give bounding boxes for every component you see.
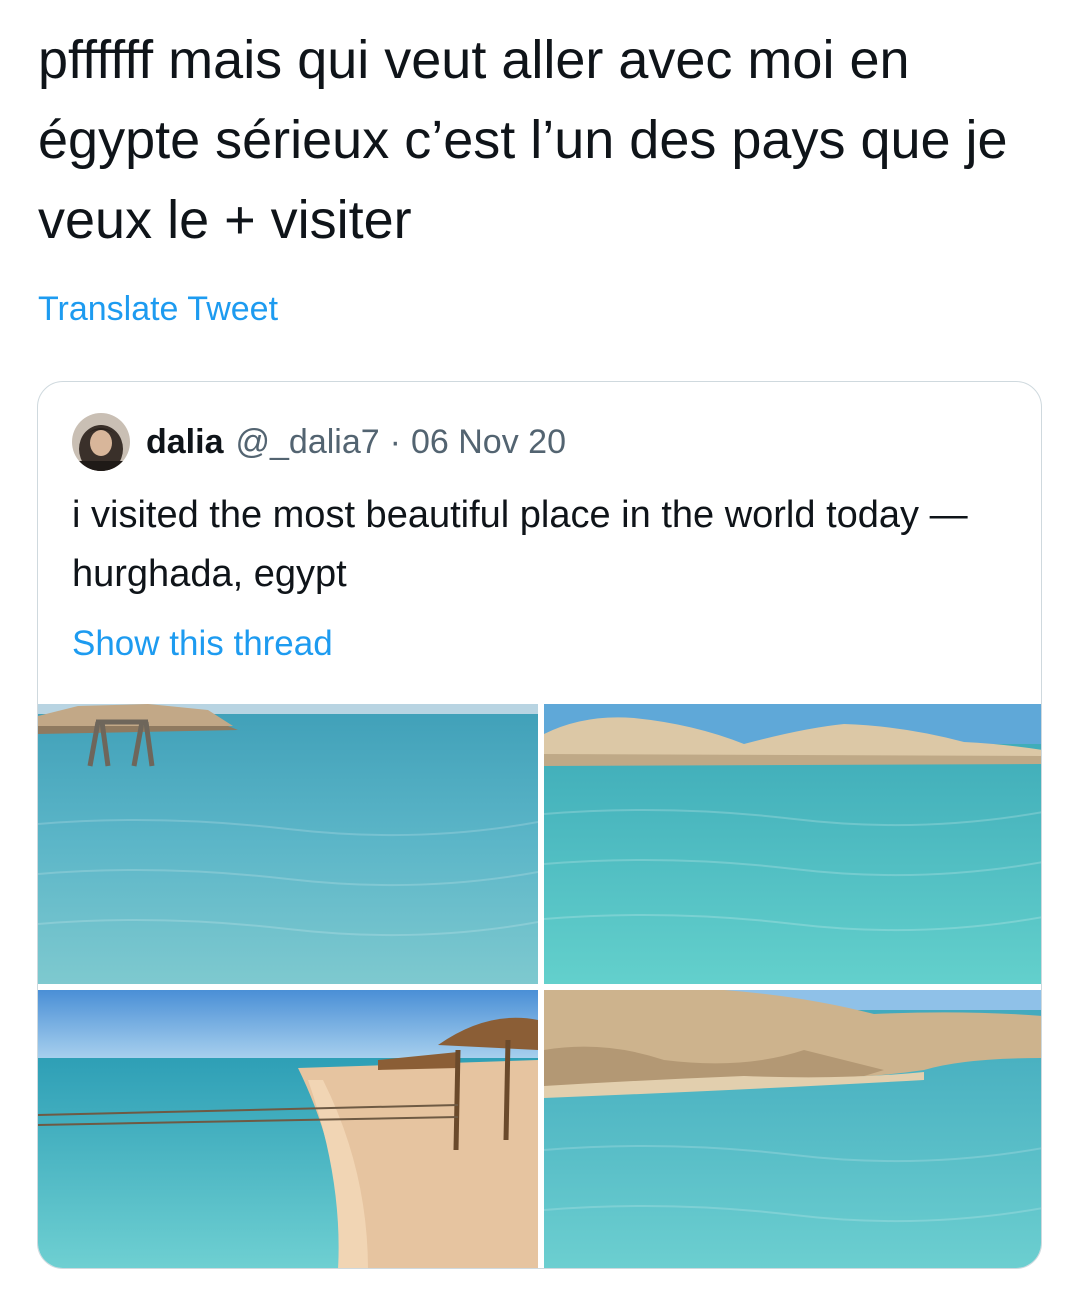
translate-tweet-link[interactable]: Translate Tweet <box>38 290 278 329</box>
photo-dunes-lagoon[interactable] <box>544 704 1041 984</box>
quoted-tweet-header: dalia @_dalia7 · 06 Nov 20 <box>72 412 566 472</box>
quoted-tweet-text: i visited the most beautiful place in th… <box>72 494 968 595</box>
photo-beach-swing[interactable] <box>38 704 538 984</box>
quoted-author-handle[interactable]: @_dalia7 <box>235 423 379 462</box>
show-thread-link[interactable]: Show this thread <box>72 624 333 664</box>
media-grid <box>38 704 1041 1268</box>
separator-dot: · <box>389 422 401 461</box>
tweet-text: pffffff mais qui veut aller avec moi en … <box>38 30 1008 250</box>
quoted-tweet-date[interactable]: 06 Nov 20 <box>411 423 566 462</box>
quoted-tweet-card[interactable]: dalia @_dalia7 · 06 Nov 20 i visited the… <box>37 381 1042 1269</box>
quoted-author-name[interactable]: dalia <box>146 423 223 462</box>
photo-beach-umbrellas[interactable] <box>38 990 538 1268</box>
avatar[interactable] <box>72 413 130 471</box>
photo-cliff-sea[interactable] <box>544 990 1041 1268</box>
